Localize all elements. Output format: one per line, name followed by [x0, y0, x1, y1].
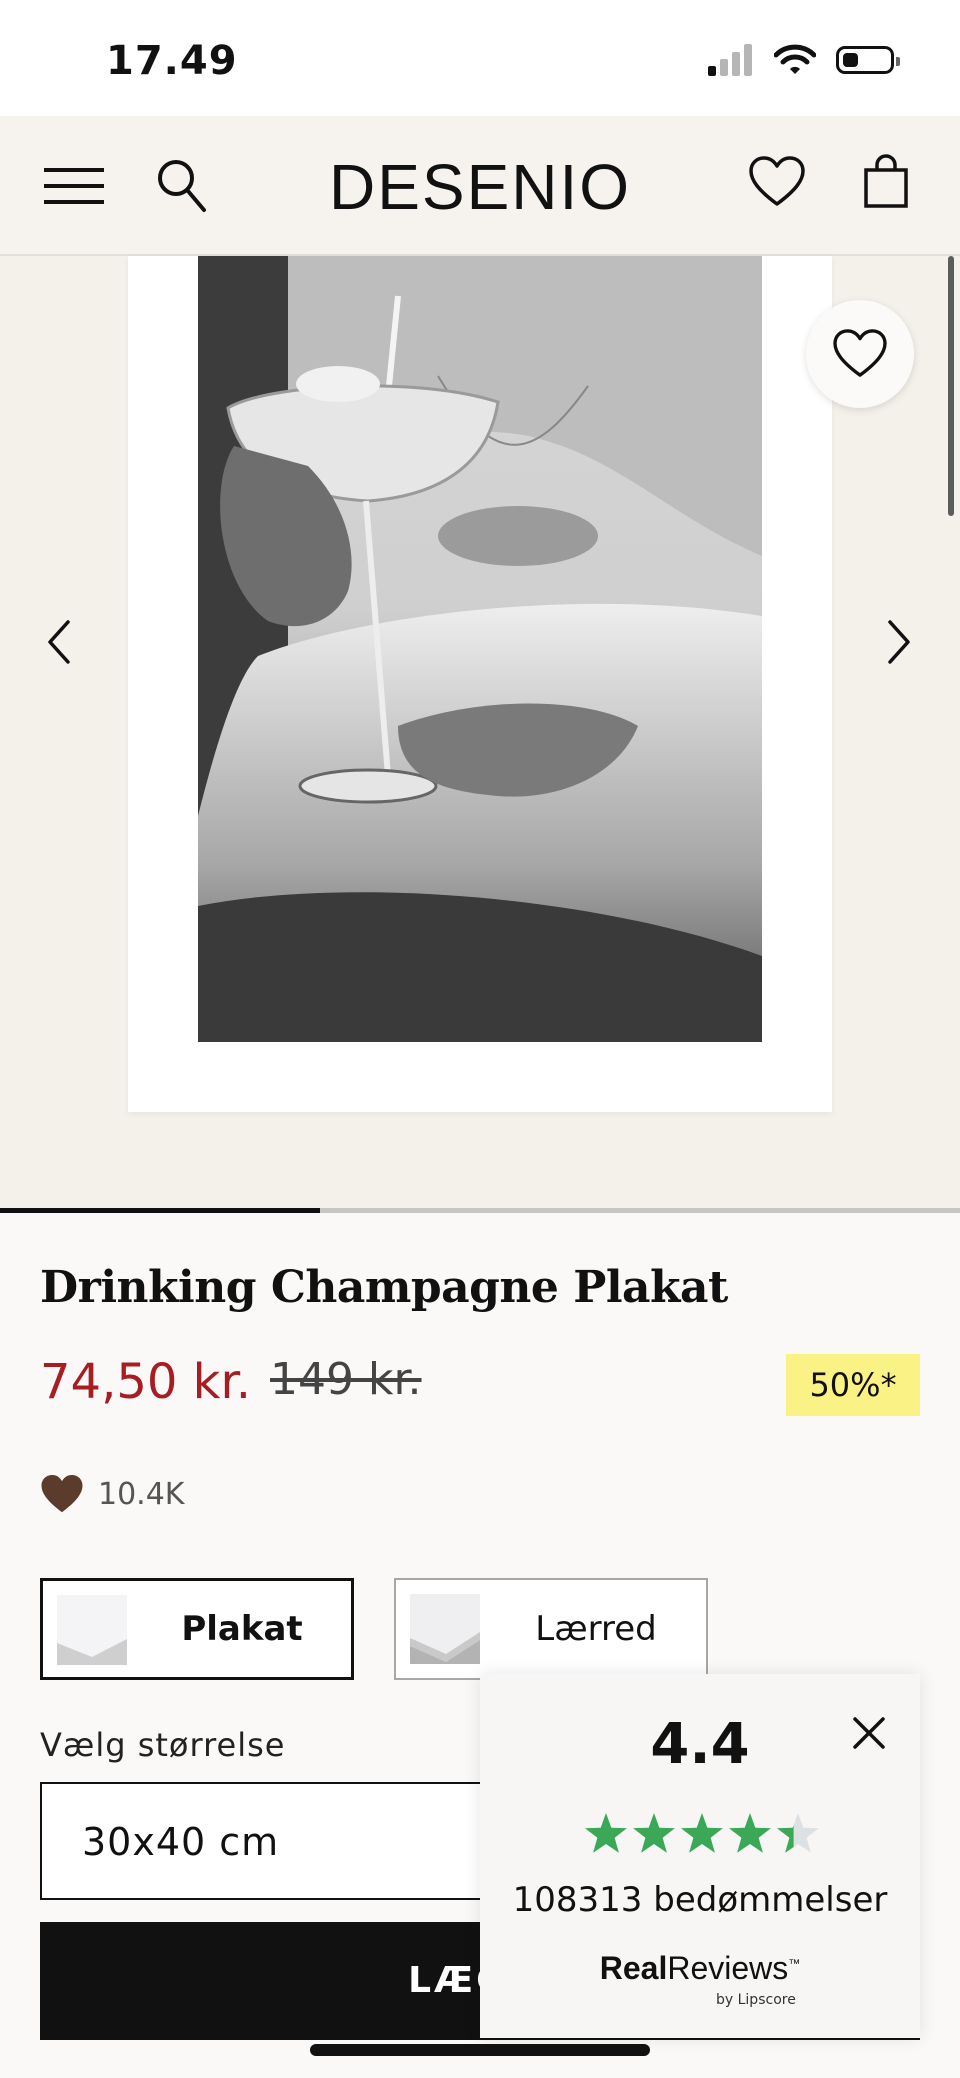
product-image	[198, 256, 762, 1042]
star-icon	[633, 1813, 675, 1853]
gallery-progress	[0, 1208, 960, 1213]
sale-price: 74,50 kr.	[40, 1354, 252, 1410]
battery-level	[843, 53, 859, 67]
original-price: 149 kr.	[270, 1354, 422, 1405]
star-icon	[729, 1813, 771, 1853]
poster-thumbnail-icon	[57, 1595, 127, 1665]
product-gallery[interactable]	[0, 256, 960, 1210]
star-icon	[585, 1813, 627, 1853]
likes: 10.4K	[40, 1474, 184, 1514]
close-icon[interactable]	[852, 1716, 886, 1750]
format-label-plakat: Plakat	[181, 1609, 303, 1649]
heart-icon	[833, 329, 887, 377]
site-logo[interactable]: DESENIO	[0, 150, 960, 224]
status-bar: 17.49	[0, 0, 960, 116]
battery-icon	[836, 46, 900, 74]
status-time: 17.49	[106, 38, 238, 84]
status-icons	[708, 44, 900, 76]
wishlist-heart-icon[interactable]	[748, 156, 806, 208]
canvas-thumbnail-icon	[410, 1594, 480, 1664]
reviews-popup[interactable]: 4.4 108313 bedømmelser RealReviews™ by L…	[480, 1674, 920, 2038]
size-value: 30x40 cm	[82, 1820, 280, 1864]
format-label-laerred: Lærred	[535, 1609, 657, 1649]
chevron-right-icon[interactable]	[886, 618, 914, 666]
home-indicator	[310, 2044, 650, 2056]
signal-icon	[708, 44, 752, 76]
format-option-plakat[interactable]: Plakat	[40, 1578, 354, 1680]
wifi-icon	[774, 44, 816, 74]
product-title: Drinking Champagne Plakat	[40, 1262, 728, 1313]
star-icon	[681, 1813, 723, 1853]
realreviews-sub: by Lipscore	[716, 1992, 796, 2008]
heart-filled-icon	[41, 1475, 83, 1513]
likes-count: 10.4K	[98, 1476, 185, 1512]
star-rating	[585, 1813, 819, 1853]
discount-badge: 50%*	[786, 1354, 920, 1416]
review-count: 108313 bedømmelser	[512, 1880, 888, 1920]
site-header: DESENIO	[0, 116, 960, 256]
realreviews-logo: RealReviews™	[599, 1950, 801, 1986]
poster-frame	[128, 256, 832, 1112]
bag-icon[interactable]	[862, 154, 910, 210]
chevron-left-icon[interactable]	[44, 618, 72, 666]
favorite-button[interactable]	[806, 300, 914, 408]
size-label: Vælg størrelse	[40, 1726, 286, 1764]
page-scrollbar[interactable]	[948, 256, 954, 516]
format-option-laerred[interactable]: Lærred	[394, 1578, 708, 1680]
gallery-progress-fill	[0, 1208, 320, 1213]
